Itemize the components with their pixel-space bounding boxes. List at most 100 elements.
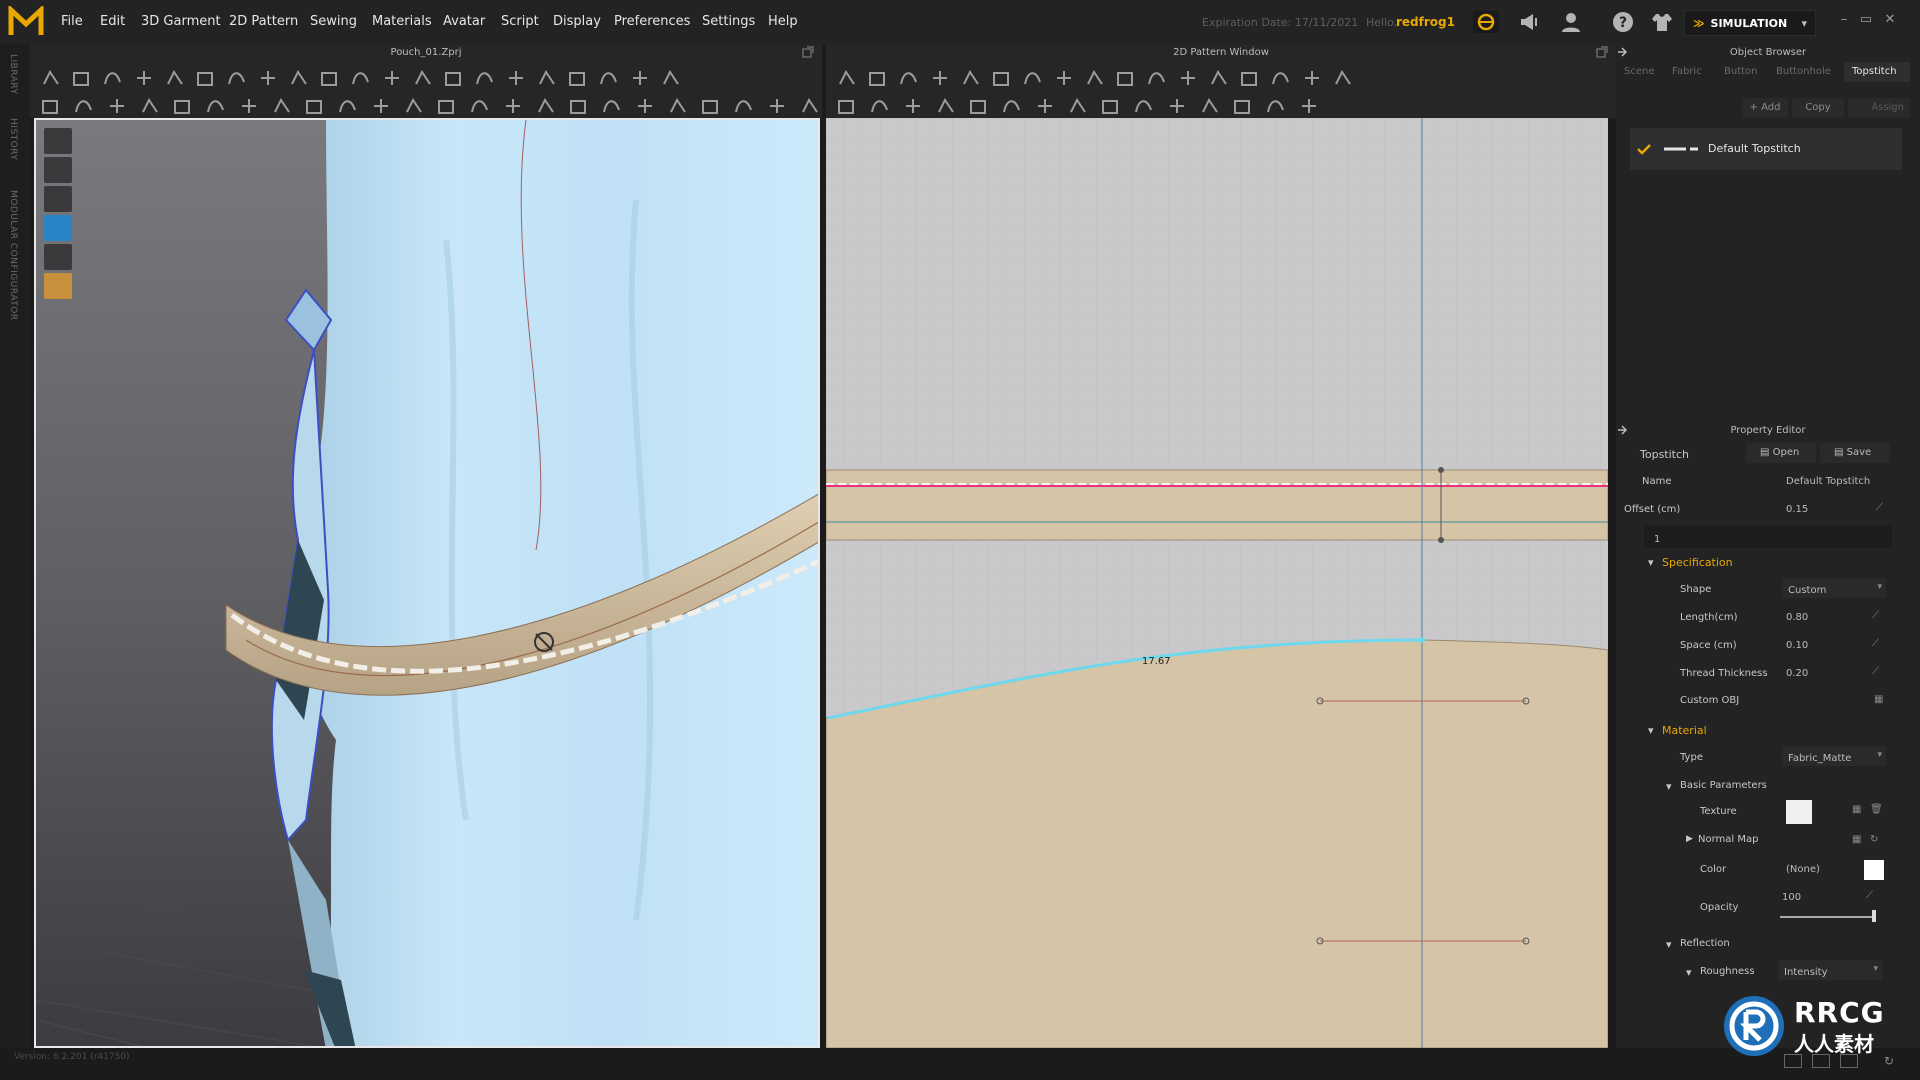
restore-button[interactable]: ▭ (1858, 12, 1874, 32)
garment-tool-icon[interactable] (539, 70, 555, 85)
length-edit-icon[interactable]: ⟋ (1872, 610, 1879, 621)
3d-viewport[interactable] (34, 118, 820, 1048)
pattern-tool-icon[interactable] (1181, 71, 1195, 85)
length-field[interactable]: 0.80 (1786, 612, 1808, 623)
help-icon[interactable]: ? (1611, 10, 1635, 34)
garment-tool-icon[interactable] (167, 70, 183, 85)
thread-edit-icon[interactable]: ⟋ (1872, 666, 1879, 677)
garment-tool-icon[interactable] (569, 72, 585, 86)
garment-tool-icon[interactable] (570, 100, 586, 114)
refresh-icon[interactable]: ↻ (1870, 834, 1878, 845)
pattern-tool-icon[interactable] (906, 99, 920, 113)
tab-fabric[interactable]: Fabric (1672, 62, 1712, 82)
opacity-slider-handle[interactable] (1872, 910, 1876, 922)
menu-edit[interactable]: Edit (100, 14, 125, 29)
thread-thickness-field[interactable]: 0.20 (1786, 668, 1808, 679)
basic-parameters-section[interactable]: Basic Parameters (1680, 780, 1767, 791)
avatar-view-icon[interactable] (44, 186, 72, 212)
grid-icon[interactable]: ▦ (1874, 694, 1883, 705)
panel-pin-icon[interactable] (1616, 46, 1628, 58)
menu-settings[interactable]: Settings (702, 14, 755, 29)
tab-buttonhole[interactable]: Buttonhole (1776, 62, 1838, 82)
garment-tool-icon[interactable] (104, 72, 121, 85)
garment-tool-icon[interactable] (75, 100, 92, 113)
pattern-tool-icon[interactable] (1272, 72, 1289, 85)
garment-tool-icon[interactable] (702, 100, 718, 114)
assign-button[interactable]: Assign (1848, 98, 1910, 118)
opacity-value[interactable]: 100 (1782, 892, 1801, 903)
garment-tool-icon[interactable] (633, 71, 647, 85)
user-profile-icon[interactable] (1559, 10, 1583, 34)
pattern-tool-icon[interactable] (1202, 98, 1218, 113)
pattern-tool-icon[interactable] (871, 100, 888, 113)
avatar-head-icon[interactable] (44, 273, 72, 299)
pattern-tool-icon[interactable] (933, 71, 947, 85)
garment-tool-icon[interactable] (603, 100, 620, 113)
copy-button[interactable]: Copy (1792, 98, 1844, 118)
garment-tool-icon[interactable] (306, 100, 322, 114)
username[interactable]: redfrog1 (1396, 15, 1455, 29)
pattern-tool-icon[interactable] (993, 72, 1009, 86)
pattern-tool-icon[interactable] (1302, 99, 1316, 113)
menu-avatar[interactable]: Avatar (443, 14, 485, 29)
garment-tool-icon[interactable] (242, 99, 256, 113)
add-button[interactable]: + Add (1742, 98, 1788, 118)
garment-tool-icon[interactable] (509, 71, 523, 85)
garment-tool-icon[interactable] (207, 100, 224, 113)
pattern-tool-icon[interactable] (1234, 100, 1250, 114)
garment-tool-icon[interactable] (110, 99, 124, 113)
garment-tool-icon[interactable] (261, 71, 275, 85)
material-expand-icon[interactable]: ▾ (1648, 724, 1654, 737)
basic-params-expand-icon[interactable]: ▾ (1666, 780, 1672, 793)
specification-section[interactable]: Specification (1662, 556, 1733, 569)
pattern-tool-icon[interactable] (1305, 71, 1319, 85)
garment-tool-icon[interactable] (73, 72, 89, 86)
garment-tool-icon[interactable] (374, 99, 388, 113)
garment-tool-icon[interactable] (352, 72, 369, 85)
menu-script[interactable]: Script (501, 14, 539, 29)
garment-tool-icon[interactable] (415, 70, 431, 85)
pattern-tool-icon[interactable] (1003, 100, 1020, 113)
maximize-3d-icon[interactable] (802, 46, 814, 58)
pattern-tool-icon[interactable] (1038, 99, 1052, 113)
shape-dropdown[interactable]: Custom ▾ (1782, 578, 1886, 598)
texture-grid-icon[interactable]: ▦ (1852, 804, 1861, 815)
pattern-tool-icon[interactable] (1057, 71, 1071, 85)
roughness-dropdown[interactable]: Intensity ▾ (1778, 960, 1882, 980)
specification-expand-icon[interactable]: ▾ (1648, 556, 1654, 569)
space-field[interactable]: 0.10 (1786, 640, 1808, 651)
2d-viewport[interactable]: 17.67 (826, 118, 1608, 1048)
garment-tool-icon[interactable] (385, 71, 399, 85)
garment-tool-icon[interactable] (137, 71, 151, 85)
garment-tool-icon[interactable] (228, 72, 245, 85)
garment-back-view-icon[interactable] (44, 157, 72, 183)
pattern-tool-icon[interactable] (938, 98, 954, 113)
minimize-button[interactable]: – (1836, 12, 1852, 32)
garment-tool-icon[interactable] (274, 98, 290, 113)
pattern-tool-icon[interactable] (1087, 70, 1103, 85)
pattern-tool-icon[interactable] (838, 100, 854, 114)
offset-edit-icon[interactable]: ⟋ (1876, 502, 1883, 513)
garment-tool-icon[interactable] (339, 100, 356, 113)
garment-front-view-icon[interactable] (44, 128, 72, 154)
garment-tool-icon[interactable] (43, 70, 59, 85)
texture-view-icon[interactable] (44, 215, 72, 241)
library-tab[interactable]: LIBRARY (8, 54, 18, 95)
menu-sewing[interactable]: Sewing (310, 14, 357, 29)
space-edit-icon[interactable]: ⟋ (1872, 638, 1879, 649)
roughness-expand-icon[interactable]: ▾ (1686, 966, 1692, 979)
garment-tool-icon[interactable] (600, 72, 617, 85)
garment-tool-icon[interactable] (770, 99, 784, 113)
material-section[interactable]: Material (1662, 724, 1707, 737)
menu-3d-garment[interactable]: 3D Garment (141, 14, 221, 29)
pattern-tool-icon[interactable] (1070, 98, 1086, 113)
garment-tool-icon[interactable] (445, 72, 461, 86)
pattern-tool-icon[interactable] (1267, 100, 1284, 113)
pattern-tool-icon[interactable] (869, 72, 885, 86)
texture-delete-icon[interactable]: 🗑 (1870, 804, 1883, 815)
menu-preferences[interactable]: Preferences (614, 14, 690, 29)
garment-tool-icon[interactable] (670, 98, 686, 113)
normal-grid-icon[interactable]: ▦ (1852, 834, 1861, 845)
garment-tool-icon[interactable] (638, 99, 652, 113)
pattern-tool-icon[interactable] (1102, 100, 1118, 114)
